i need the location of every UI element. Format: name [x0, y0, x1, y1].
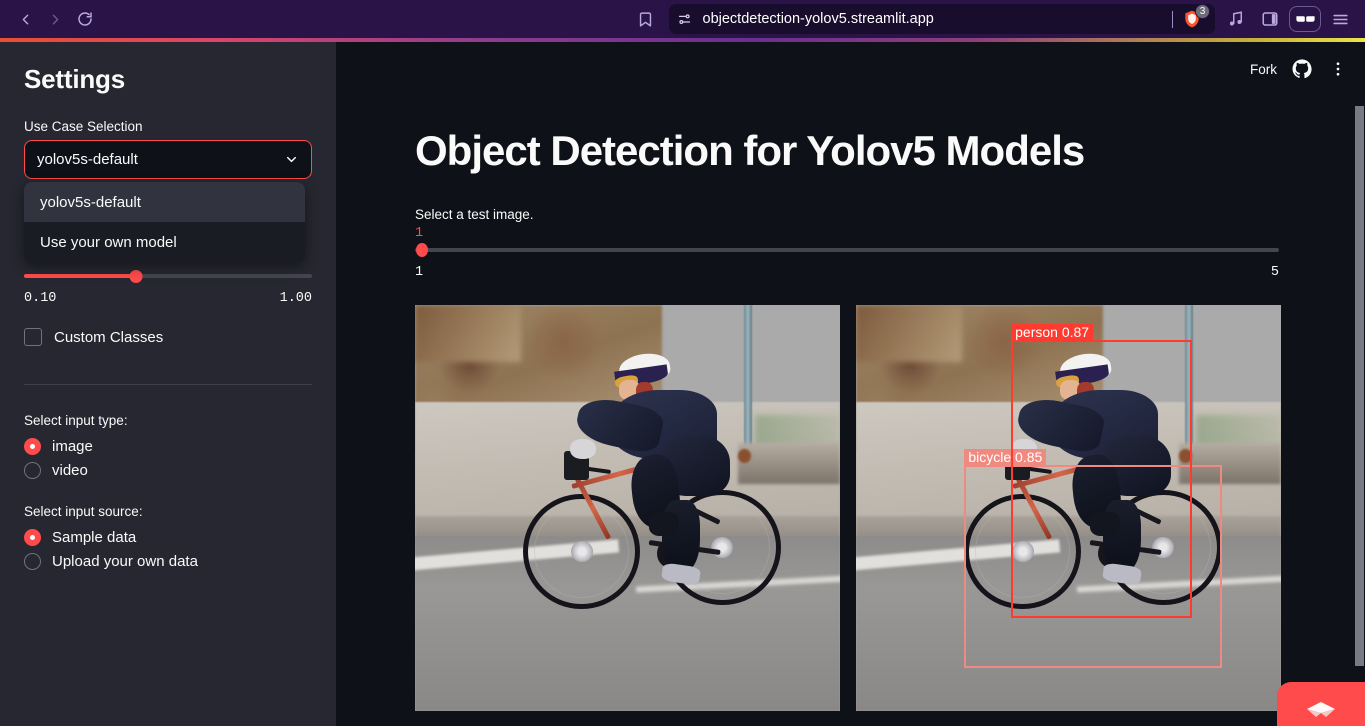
- input-type-group: Select input type: image video: [24, 413, 312, 479]
- test-image-slider-range: 1 5: [415, 265, 1279, 280]
- urlbar-divider: [1172, 10, 1173, 28]
- address-bar-actions: 3: [1172, 4, 1210, 30]
- forward-arrow-icon: [52, 14, 58, 24]
- brave-shields-button[interactable]: 3: [1181, 4, 1210, 30]
- confidence-max: 1.00: [279, 291, 312, 306]
- manage-app-button[interactable]: [1277, 682, 1365, 726]
- app-toolbar: Fork: [1250, 42, 1349, 96]
- hamburger-menu-icon: [1332, 14, 1348, 24]
- test-image-slider-label: Select a test image.: [415, 207, 534, 222]
- chevron-down-icon[interactable]: [284, 152, 299, 167]
- back-arrow-icon: [22, 14, 28, 24]
- input-source-group: Select input source: Sample data Upload …: [24, 504, 312, 570]
- radio-label: video: [52, 462, 88, 479]
- test-image-slider-min: 1: [415, 265, 424, 280]
- dropdown-option-yolov5s-default[interactable]: yolov5s-default: [24, 182, 305, 222]
- cyclist-photo-annotated: bicycle 0.85 person 0.87: [856, 305, 1281, 711]
- page-title: Object Detection for Yolov5 Models: [415, 127, 1085, 174]
- radio-indicator[interactable]: [24, 438, 41, 455]
- main-content-area: Fork Object Detection for Yolov5 Models …: [336, 42, 1365, 726]
- bookmark-button[interactable]: [631, 4, 661, 34]
- sidebar-title: Settings: [24, 64, 125, 94]
- test-image-slider-max: 5: [1270, 265, 1279, 280]
- radio-option-image[interactable]: image: [24, 438, 312, 455]
- page-loading-bar: [0, 38, 1365, 42]
- reload-icon: [78, 12, 92, 26]
- music-note-icon: [1229, 11, 1242, 26]
- app-body: Object Detection for Yolov5 Models Selec…: [336, 42, 1365, 711]
- annotated-image[interactable]: bicycle 0.85 person 0.87: [856, 305, 1281, 711]
- image-results-row: bicycle 0.85 person 0.87: [415, 305, 1286, 711]
- browser-menu-button[interactable]: [1325, 4, 1355, 34]
- confidence-slider[interactable]: [24, 269, 312, 283]
- url-text: objectdetection-yolov5.streamlit.app: [702, 11, 934, 27]
- back-button[interactable]: [10, 4, 40, 34]
- streamlit-origami-icon: [1307, 702, 1335, 717]
- confidence-min: 0.10: [24, 291, 57, 306]
- app-overflow-menu-button[interactable]: [1327, 58, 1349, 80]
- custom-classes-label: Custom Classes: [54, 328, 164, 346]
- custom-classes-checkbox[interactable]: Custom Classes: [24, 328, 312, 346]
- dropdown-option-use-your-own-model[interactable]: Use your own model: [24, 222, 305, 262]
- dropdown-option-label: yolov5s-default: [40, 193, 141, 211]
- sidebar-panel-icon: [1262, 12, 1278, 26]
- cyclist-photo-original: [415, 305, 840, 711]
- sidebar: Settings Use Case Selection yolov5s-defa…: [0, 42, 336, 726]
- test-image-slider-value: 1: [415, 226, 424, 241]
- confidence-slider-range: 0.10 1.00: [24, 291, 312, 306]
- sidebar-divider: [24, 384, 312, 385]
- radio-label: image: [52, 438, 93, 455]
- sidebar-toggle-button[interactable]: [1255, 4, 1285, 34]
- radio-dot: [30, 444, 35, 449]
- use-case-select-wrapper: yolov5s-default yolov5s-default Use your…: [24, 140, 312, 262]
- radio-indicator[interactable]: [24, 529, 41, 546]
- github-button[interactable]: [1291, 58, 1313, 80]
- music-player-button[interactable]: [1221, 4, 1251, 34]
- radio-label: Upload your own data: [52, 553, 198, 570]
- slider-fill: [24, 274, 137, 278]
- input-type-label: Select input type:: [24, 413, 128, 428]
- radio-indicator[interactable]: [24, 553, 41, 570]
- browser-chrome: objectdetection-yolov5.streamlit.app 3: [0, 0, 1365, 38]
- brave-leo-glasses-icon: [1295, 16, 1315, 22]
- leo-ai-button[interactable]: [1289, 6, 1321, 32]
- input-source-label: Select input source:: [24, 504, 143, 519]
- use-case-selected-value: yolov5s-default: [37, 151, 138, 168]
- scrollbar-thumb[interactable]: [1355, 106, 1364, 666]
- checkbox-indicator[interactable]: [24, 328, 42, 346]
- test-image-slider[interactable]: [415, 243, 1279, 257]
- use-case-dropdown-menu[interactable]: yolov5s-default Use your own model: [24, 182, 305, 262]
- use-case-label: Use Case Selection: [24, 119, 143, 134]
- reload-button[interactable]: [70, 4, 100, 34]
- site-settings-icon[interactable]: [677, 12, 692, 27]
- radio-option-upload-your-own-data[interactable]: Upload your own data: [24, 553, 312, 570]
- use-case-select[interactable]: yolov5s-default: [24, 140, 312, 179]
- radio-dot: [30, 535, 35, 540]
- page-scrollbar[interactable]: [1353, 42, 1365, 726]
- forward-button[interactable]: [40, 4, 70, 34]
- slider-thumb[interactable]: [129, 270, 143, 283]
- streamlit-app: Settings Use Case Selection yolov5s-defa…: [0, 42, 1365, 726]
- radio-option-sample-data[interactable]: Sample data: [24, 529, 312, 546]
- address-bar[interactable]: objectdetection-yolov5.streamlit.app 3: [668, 4, 1215, 34]
- fork-button[interactable]: Fork: [1250, 62, 1277, 77]
- shields-blocked-count: 3: [1195, 4, 1210, 19]
- github-icon: [1292, 59, 1312, 79]
- original-image[interactable]: [415, 305, 840, 711]
- bookmark-icon: [639, 11, 652, 27]
- slider-thumb[interactable]: [416, 243, 428, 257]
- radio-indicator[interactable]: [24, 462, 41, 479]
- more-vertical-icon: [1336, 62, 1340, 76]
- radio-option-video[interactable]: video: [24, 462, 312, 479]
- radio-label: Sample data: [52, 529, 137, 546]
- slider-track: [415, 248, 1279, 252]
- dropdown-option-label: Use your own model: [40, 233, 177, 251]
- browser-toolbar-right: [1221, 4, 1355, 34]
